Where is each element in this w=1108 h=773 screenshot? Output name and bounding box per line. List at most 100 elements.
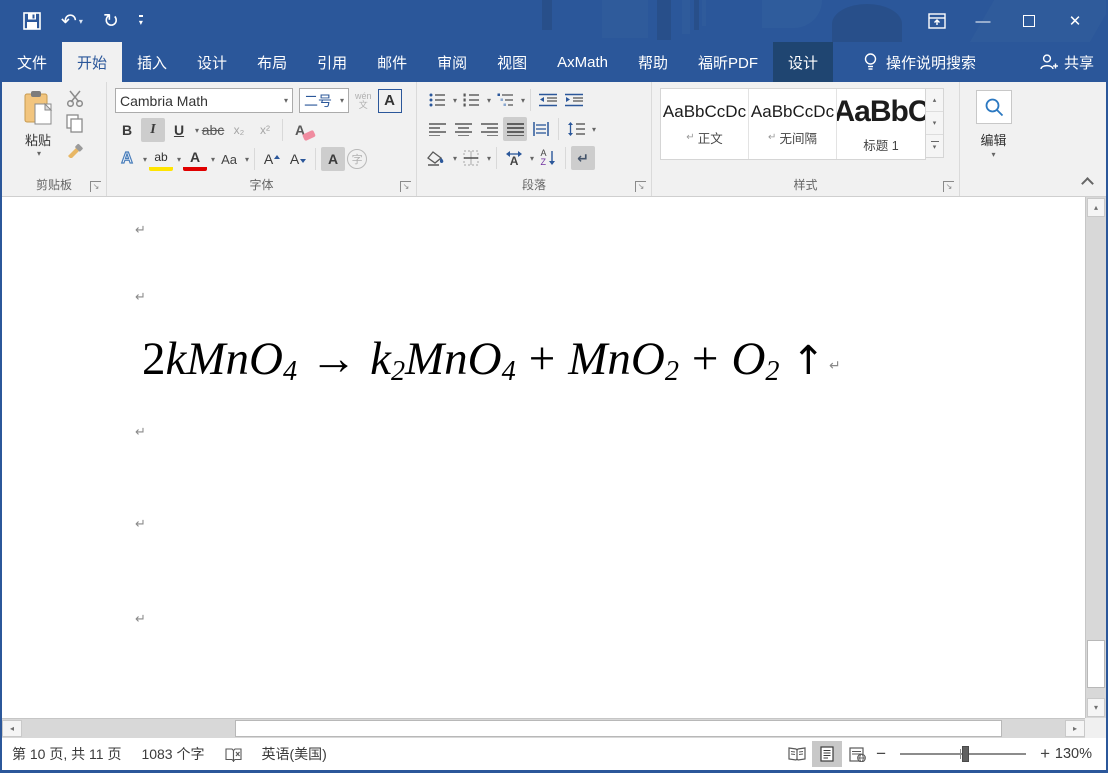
- font-color-arrow[interactable]: ▾: [211, 155, 215, 164]
- distribute-button[interactable]: [529, 117, 553, 141]
- editing-menu-arrow[interactable]: ▾: [960, 150, 1027, 159]
- find-button[interactable]: [976, 90, 1012, 124]
- multilevel-list-arrow[interactable]: ▾: [521, 96, 525, 105]
- bold-button[interactable]: B: [115, 118, 139, 142]
- grow-font-button[interactable]: A: [260, 147, 284, 171]
- multilevel-list-button[interactable]: [493, 88, 517, 112]
- save-button[interactable]: [20, 7, 44, 35]
- sort-button[interactable]: A Z: [536, 146, 560, 170]
- vertical-scrollbar[interactable]: ▴ ▾: [1085, 197, 1106, 718]
- asian-layout-button[interactable]: A: [502, 146, 526, 170]
- zoom-slider[interactable]: [900, 746, 1027, 762]
- character-border-button[interactable]: A: [377, 88, 402, 113]
- tell-me-search[interactable]: 操作说明搜索: [851, 42, 988, 82]
- styles-scroll-up[interactable]: ▴: [926, 89, 943, 112]
- page-indicator[interactable]: 第 10 页, 共 11 页: [2, 744, 131, 764]
- collapse-ribbon-button[interactable]: [1081, 177, 1094, 190]
- undo-menu-arrow[interactable]: ▾: [79, 17, 83, 26]
- copy-icon[interactable]: [66, 114, 84, 133]
- borders-arrow[interactable]: ▾: [487, 154, 491, 163]
- zoom-slider-thumb[interactable]: [962, 746, 970, 762]
- styles-scroll-down[interactable]: ▾: [926, 112, 943, 135]
- tab-foxit-pdf[interactable]: 福昕PDF: [683, 42, 773, 82]
- phonetic-guide-button[interactable]: wén 文: [355, 91, 372, 110]
- bullets-arrow[interactable]: ▾: [453, 96, 457, 105]
- undo-button[interactable]: ↶ ▾: [58, 7, 86, 35]
- horizontal-scroll-thumb[interactable]: [235, 720, 1002, 737]
- style-heading-1[interactable]: AaBbC 标题 1: [837, 89, 925, 159]
- text-effects-button[interactable]: A: [115, 147, 139, 171]
- tab-review[interactable]: 审阅: [422, 42, 482, 82]
- paste-menu-arrow[interactable]: ▾: [16, 149, 62, 158]
- close-button[interactable]: ✕: [1052, 0, 1098, 42]
- show-hide-marks-button[interactable]: ↵: [571, 146, 596, 170]
- subscript-button[interactable]: x₂: [227, 118, 251, 142]
- numbering-arrow[interactable]: ▾: [487, 96, 491, 105]
- clear-formatting-button[interactable]: A: [288, 118, 316, 142]
- style-no-spacing[interactable]: AaBbCcDc ↵ 无间隔: [749, 89, 837, 159]
- style-normal[interactable]: AaBbCcDc ↵ 正文: [661, 89, 749, 159]
- tab-home[interactable]: 开始: [62, 42, 123, 82]
- tab-file[interactable]: 文件: [2, 42, 62, 82]
- change-case-arrow[interactable]: ▾: [245, 155, 249, 164]
- tab-references[interactable]: 引用: [302, 42, 362, 82]
- tab-help[interactable]: 帮助: [623, 42, 683, 82]
- increase-indent-button[interactable]: [562, 88, 586, 112]
- tab-view[interactable]: 视图: [482, 42, 542, 82]
- scroll-left-button[interactable]: ◂: [2, 720, 22, 737]
- zoom-in-button[interactable]: +: [1036, 744, 1054, 764]
- font-dialog-launcher[interactable]: ↘: [400, 181, 411, 192]
- underline-button[interactable]: U: [167, 118, 191, 142]
- language-indicator[interactable]: 英语(美国): [252, 744, 337, 764]
- share-button[interactable]: 共享: [1039, 42, 1094, 82]
- proofing-status[interactable]: [215, 747, 252, 762]
- styles-more-button[interactable]: ▾: [926, 135, 943, 157]
- styles-dialog-launcher[interactable]: ↘: [943, 181, 954, 192]
- align-center-button[interactable]: [451, 117, 475, 141]
- text-effects-arrow[interactable]: ▾: [143, 155, 147, 164]
- paste-button[interactable]: 粘贴 ▾: [14, 90, 62, 158]
- zoom-out-button[interactable]: −: [872, 744, 890, 764]
- tab-axmath[interactable]: AxMath: [542, 42, 623, 82]
- maximize-button[interactable]: [1006, 0, 1052, 42]
- font-name-arrow[interactable]: ▾: [284, 96, 288, 105]
- line-spacing-button[interactable]: [564, 117, 588, 141]
- chemical-equation[interactable]: 2kMnO4 → k2MnO4 + MnO2 + O2 ↑ ↵: [142, 332, 841, 388]
- justify-button[interactable]: [503, 117, 527, 141]
- scroll-right-button[interactable]: ▸: [1065, 720, 1085, 737]
- decrease-indent-button[interactable]: [536, 88, 560, 112]
- format-painter-icon[interactable]: [66, 140, 86, 158]
- highlight-arrow[interactable]: ▾: [177, 155, 181, 164]
- minimize-button[interactable]: —: [960, 0, 1006, 42]
- enclose-characters-button[interactable]: 字: [347, 149, 368, 169]
- read-mode-button[interactable]: [782, 741, 812, 767]
- customize-qat-button[interactable]: ▾: [136, 7, 146, 35]
- tab-design[interactable]: 设计: [182, 42, 242, 82]
- tab-mailings[interactable]: 邮件: [362, 42, 422, 82]
- word-count[interactable]: 1083 个字: [131, 744, 214, 764]
- web-layout-button[interactable]: [842, 741, 872, 767]
- change-case-button[interactable]: Aa: [217, 147, 241, 171]
- shading-button[interactable]: [425, 146, 449, 170]
- cut-icon[interactable]: [66, 90, 86, 107]
- redo-button[interactable]: ↻: [100, 7, 122, 35]
- horizontal-scrollbar[interactable]: ◂ ▸: [2, 718, 1106, 738]
- character-shading-button[interactable]: A: [321, 147, 346, 171]
- shading-arrow[interactable]: ▾: [453, 154, 457, 163]
- ribbon-display-options-button[interactable]: [914, 0, 960, 42]
- font-size-arrow[interactable]: ▾: [340, 96, 344, 105]
- italic-button[interactable]: I: [141, 118, 165, 142]
- paragraph-dialog-launcher[interactable]: ↘: [635, 181, 646, 192]
- tab-layout[interactable]: 布局: [242, 42, 302, 82]
- font-color-button[interactable]: A: [183, 147, 208, 171]
- scroll-down-button[interactable]: ▾: [1087, 698, 1105, 717]
- zoom-level[interactable]: 130%: [1054, 746, 1106, 762]
- align-right-button[interactable]: [477, 117, 501, 141]
- line-spacing-arrow[interactable]: ▾: [592, 125, 596, 134]
- highlight-button[interactable]: ab: [149, 147, 174, 171]
- font-size-combo[interactable]: 二号 ▾: [299, 88, 349, 113]
- print-layout-button[interactable]: [812, 741, 843, 767]
- font-name-combo[interactable]: Cambria Math ▾: [115, 88, 293, 113]
- numbering-button[interactable]: [459, 88, 483, 112]
- align-left-button[interactable]: [425, 117, 449, 141]
